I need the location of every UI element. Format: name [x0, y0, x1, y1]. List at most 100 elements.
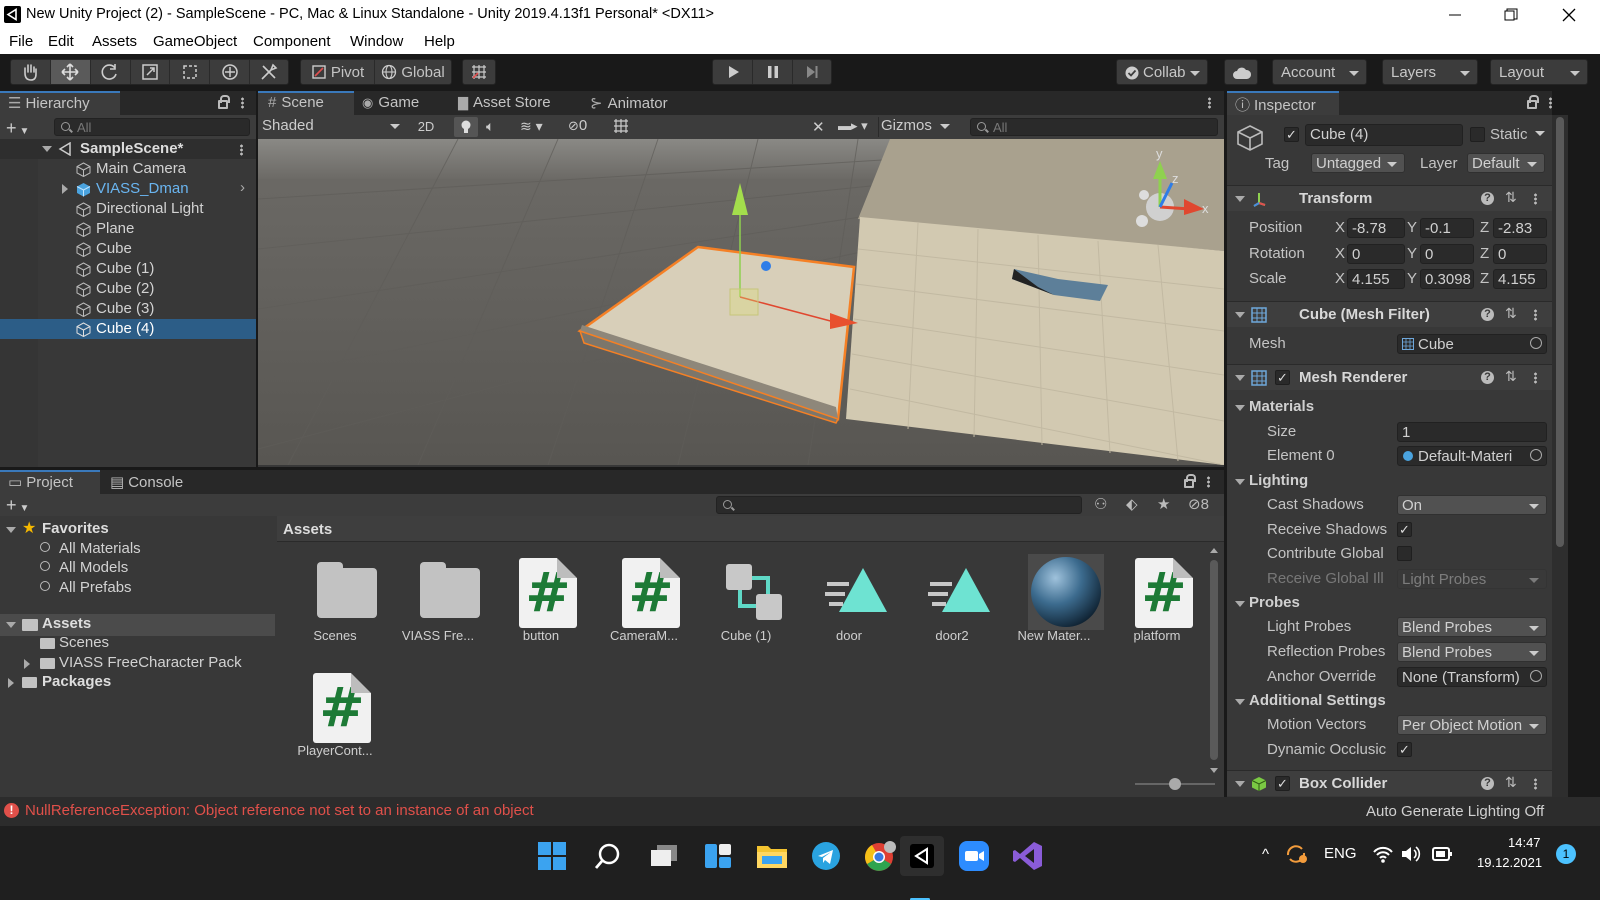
tab-project[interactable]: ▭ Project [0, 470, 100, 494]
close-button[interactable] [1546, 0, 1592, 30]
asset-item[interactable]: door [801, 546, 897, 656]
audio-toggle-icon[interactable]: 🔈︎ [486, 118, 510, 136]
rotation-y-field[interactable]: 0 [1420, 244, 1474, 264]
pause-button[interactable] [753, 60, 793, 84]
mesh-object-field[interactable]: Cube [1397, 334, 1547, 354]
dynamic-occlusion-checkbox[interactable]: ✓ [1397, 742, 1412, 757]
move-tool-icon[interactable] [50, 60, 91, 84]
asset-item[interactable]: Cube (1) [698, 546, 794, 656]
collapse-arrow-icon[interactable] [62, 184, 68, 194]
hierarchy-item-selected[interactable]: Cube (4) [0, 319, 256, 339]
hierarchy-menu-icon[interactable] [241, 97, 244, 109]
fav-item[interactable]: All Prefabs [0, 579, 275, 599]
scale-y-field[interactable]: 0.3098 [1420, 269, 1474, 289]
breadcrumb-assets[interactable]: Assets [283, 521, 332, 538]
scene-search-input[interactable]: All [970, 118, 1218, 136]
position-z-field[interactable]: -2.83 [1493, 218, 1547, 238]
lighting-toggle[interactable] [454, 117, 478, 137]
maximize-button[interactable] [1488, 0, 1534, 30]
layers-dropdown[interactable]: Layers [1382, 59, 1478, 85]
inspector-scroll-thumb[interactable] [1556, 117, 1564, 547]
gizmos-dropdown[interactable]: Gizmos [878, 117, 958, 137]
object-picker-icon[interactable] [1530, 449, 1542, 461]
hidden-packages-toggle[interactable]: ⊘8 [1188, 495, 1209, 513]
assets-root-item[interactable]: Assets [0, 614, 275, 636]
tab-scene[interactable]: # Scene [258, 91, 354, 115]
minimize-button[interactable] [1432, 0, 1478, 30]
visual-studio-button[interactable] [1006, 836, 1050, 876]
zoom-button[interactable] [952, 836, 996, 876]
wifi-icon[interactable] [1372, 844, 1394, 864]
favorites-item[interactable]: Favorites [42, 520, 109, 540]
scale-tool-icon[interactable] [131, 60, 171, 84]
rotation-x-field[interactable]: 0 [1347, 244, 1405, 264]
asset-item[interactable]: # button [493, 546, 589, 656]
mesh-filter-header[interactable]: Cube (Mesh Filter) ? ⇅ [1227, 301, 1552, 327]
icon-size-slider-handle[interactable] [1169, 778, 1181, 790]
favorite-star-icon[interactable]: ★ [1157, 495, 1170, 513]
account-dropdown[interactable]: Account [1272, 59, 1367, 85]
fold-arrow-icon[interactable] [1235, 375, 1245, 381]
component-menu-icon[interactable] [1534, 372, 1537, 384]
transform-header[interactable]: Transform ? ⇅ [1227, 185, 1552, 211]
additional-settings-section[interactable]: Additional Settings [1249, 692, 1386, 709]
hierarchy-item[interactable]: Main Camera [0, 159, 256, 179]
notification-badge[interactable]: 1 [1556, 844, 1576, 864]
scroll-down-icon[interactable] [1210, 768, 1218, 773]
layer-dropdown[interactable]: Default [1467, 153, 1545, 173]
hierarchy-item[interactable]: Cube (2) [0, 279, 256, 299]
packages-item[interactable]: Packages [0, 673, 275, 693]
lock-icon[interactable] [1527, 95, 1539, 109]
folder-item[interactable]: Scenes [0, 634, 275, 654]
hand-tool-icon[interactable] [11, 60, 51, 84]
tag-dropdown[interactable]: Untagged [1311, 153, 1405, 173]
fav-item[interactable]: All Models [0, 559, 275, 579]
active-checkbox[interactable]: ✓ [1284, 127, 1299, 142]
component-menu-icon[interactable] [1534, 778, 1537, 790]
expand-arrow-icon[interactable] [24, 659, 30, 669]
file-explorer-button[interactable] [750, 836, 794, 876]
rect-tool-icon[interactable] [170, 60, 211, 84]
widgets-button[interactable] [696, 836, 740, 876]
asset-item[interactable]: VIASS Fre... [390, 546, 486, 656]
lock-icon[interactable] [1184, 474, 1196, 488]
static-dropdown-caret-icon[interactable] [1535, 131, 1545, 136]
rotate-tool-icon[interactable] [91, 60, 131, 84]
open-prefab-icon[interactable]: › [240, 179, 245, 196]
materials-section[interactable]: Materials [1249, 398, 1314, 415]
scene-render[interactable]: y z x [258, 139, 1224, 465]
mesh-renderer-header[interactable]: ✓ Mesh Renderer ? ⇅ [1227, 364, 1552, 390]
component-menu-icon[interactable] [1534, 193, 1537, 205]
show-hidden-icons-icon[interactable]: ^ [1262, 846, 1269, 863]
lock-icon[interactable] [218, 95, 230, 109]
box-collider-header[interactable]: ✓ Box Collider ? ⇅ [1227, 770, 1552, 796]
collab-dropdown[interactable]: Collab [1116, 59, 1208, 85]
materials-size-field[interactable]: 1 [1397, 422, 1547, 442]
chrome-button[interactable] [858, 836, 902, 876]
effects-dropdown-icon[interactable]: ≋ ▾ [520, 118, 560, 136]
hierarchy-item[interactable]: VIASS_Dman › [0, 179, 256, 199]
scene-menu-icon[interactable] [1208, 97, 1211, 109]
expand-arrow-icon[interactable] [8, 678, 14, 688]
contribute-gi-checkbox[interactable] [1397, 546, 1412, 561]
search-by-type-icon[interactable]: ⚇ [1094, 495, 1107, 513]
tab-game[interactable]: ◉ Game [354, 91, 450, 115]
pivot-toggle[interactable]: Pivot [301, 60, 375, 84]
task-view-button[interactable] [642, 836, 686, 876]
presets-icon[interactable]: ⇅ [1505, 774, 1517, 791]
hierarchy-search-input[interactable]: All [54, 118, 250, 136]
scene-viewport[interactable]: y z x [258, 139, 1224, 465]
component-menu-icon[interactable] [1534, 309, 1537, 321]
cloud-button[interactable] [1224, 59, 1258, 85]
expand-arrow-icon[interactable] [42, 146, 52, 152]
clock-time[interactable]: 14:47 [1508, 835, 1541, 850]
asset-item[interactable]: New Mater... [1006, 546, 1104, 656]
inspector-menu-icon[interactable] [1549, 97, 1552, 109]
tab-animator[interactable]: ⊱ Animator [582, 91, 702, 115]
start-button[interactable] [530, 836, 574, 876]
box-collider-enabled-checkbox[interactable]: ✓ [1275, 776, 1290, 791]
presets-icon[interactable]: ⇅ [1505, 189, 1517, 206]
additional-settings-fold-icon[interactable] [1235, 699, 1245, 705]
position-y-field[interactable]: -0.1 [1420, 218, 1474, 238]
play-button[interactable] [713, 60, 753, 84]
